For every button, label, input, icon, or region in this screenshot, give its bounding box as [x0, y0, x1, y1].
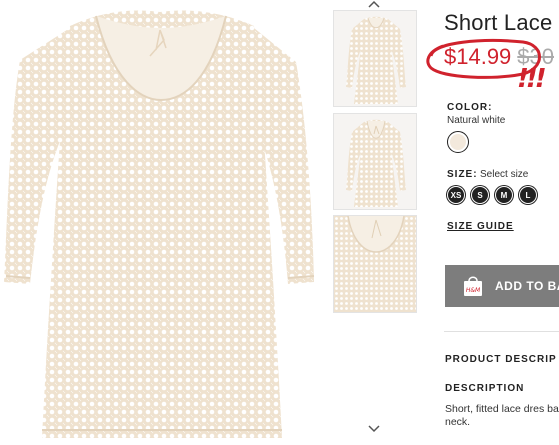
- thumbnail-front[interactable]: [333, 10, 417, 107]
- sale-price: $14.99: [444, 44, 512, 69]
- thumbnail-column: [330, 0, 418, 445]
- dress-thumbnail-detail: [334, 216, 416, 312]
- description-heading: DESCRIPTION: [445, 383, 525, 394]
- shopping-bag-icon: H&M: [464, 276, 482, 296]
- chevron-up-icon[interactable]: [368, 0, 380, 8]
- add-to-bag-button[interactable]: H&M ADD TO BA: [445, 265, 559, 307]
- size-option-xs[interactable]: XS: [447, 186, 465, 204]
- bag-logo: H&M: [466, 287, 481, 294]
- description-text: Short, fitted lace dres back of neck.: [445, 403, 559, 428]
- size-options: XS S M L: [447, 186, 537, 204]
- size-option-s[interactable]: S: [471, 186, 489, 204]
- chevron-down-icon[interactable]: [368, 425, 380, 433]
- size-option-l[interactable]: L: [519, 186, 537, 204]
- divider: [444, 331, 559, 332]
- color-label: COLOR:: [447, 102, 493, 113]
- product-description-heading[interactable]: PRODUCT DESCRIP: [445, 354, 557, 365]
- thumbnail-detail[interactable]: [333, 215, 417, 313]
- product-page: Short Lace $14.99 $30 COLOR: Natural whit…: [0, 0, 559, 445]
- size-label: SIZE:: [447, 169, 478, 180]
- dress-thumbnail-back: [346, 119, 406, 207]
- dress-thumbnail-front: [346, 16, 406, 104]
- size-prompt: Select size: [480, 169, 529, 180]
- thumbnail-back[interactable]: [333, 113, 417, 210]
- size-guide-link[interactable]: SIZE GUIDE: [447, 221, 514, 232]
- product-title: Short Lace: [444, 10, 553, 35]
- color-name: Natural white: [447, 115, 506, 126]
- dress-illustration: [4, 10, 315, 438]
- main-product-image[interactable]: [0, 0, 322, 445]
- exclamation-annotation: !!!: [517, 64, 547, 94]
- add-to-bag-label: ADD TO BA: [495, 279, 559, 293]
- color-swatch-natural-white[interactable]: [447, 131, 469, 153]
- size-option-m[interactable]: M: [495, 186, 513, 204]
